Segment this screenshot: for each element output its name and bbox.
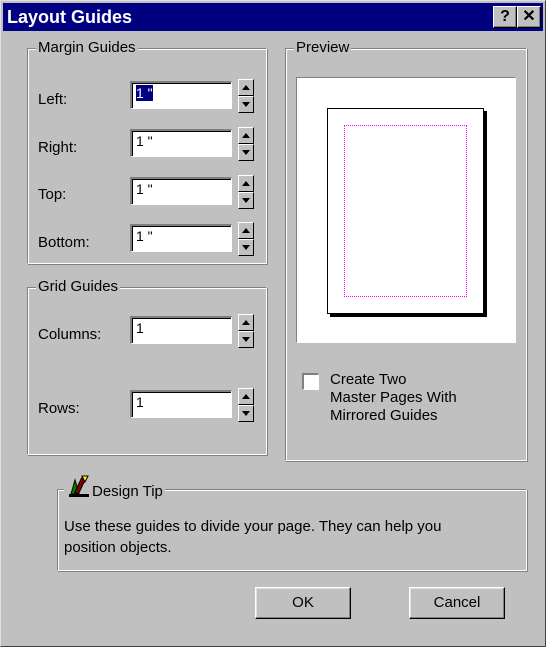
- bottom-label: Bottom:: [38, 234, 90, 251]
- arrow-up-icon: [242, 228, 250, 233]
- arrow-down-icon: [242, 245, 250, 250]
- grid-guides-group: Grid Guides Columns: 1 Rows: 1: [27, 278, 267, 455]
- spin-up-button[interactable]: [238, 222, 254, 239]
- mirrored-guides-checkbox[interactable]: [302, 373, 319, 390]
- close-button[interactable]: ✕: [517, 6, 541, 28]
- arrow-down-icon: [242, 150, 250, 155]
- spin-down-button[interactable]: [238, 144, 254, 161]
- margin-guides-group: Margin Guides Left: 1 " Right: 1 " Top: …: [27, 39, 267, 264]
- design-tip-line2: position objects.: [64, 539, 172, 556]
- top-margin-spinner[interactable]: [238, 175, 254, 209]
- spin-up-button[interactable]: [238, 79, 254, 96]
- columns-value: 1: [136, 320, 144, 336]
- preview-group: Preview Create Two Master Pages With Mir…: [285, 39, 527, 461]
- right-margin-spinner[interactable]: [238, 127, 254, 161]
- page-preview: [296, 77, 516, 343]
- checkbox-label-line3: Mirrored Guides: [330, 407, 438, 424]
- rows-input[interactable]: 1: [130, 390, 232, 418]
- spin-down-button[interactable]: [238, 192, 254, 209]
- dialog-title: Layout Guides: [7, 7, 133, 27]
- arrow-down-icon: [242, 411, 250, 416]
- checkbox-label-line2: Master Pages With: [330, 389, 457, 406]
- margin-guides-outline: [344, 125, 467, 297]
- spin-up-button[interactable]: [238, 314, 254, 331]
- arrow-up-icon: [242, 394, 250, 399]
- title-bar[interactable]: Layout Guides ? ✕: [3, 3, 543, 31]
- arrow-down-icon: [242, 337, 250, 342]
- bottom-margin-input[interactable]: 1 ": [130, 224, 232, 252]
- design-tip-icon: [69, 475, 89, 497]
- design-tip-group: Design Tip Use these guides to divide yo…: [57, 474, 527, 571]
- preview-page: [327, 108, 484, 314]
- design-tip-legend: Design Tip: [64, 474, 165, 500]
- right-margin-input[interactable]: 1 ": [130, 129, 232, 157]
- spin-up-button[interactable]: [238, 127, 254, 144]
- arrow-down-icon: [242, 102, 250, 107]
- left-margin-spinner[interactable]: [238, 79, 254, 113]
- arrow-up-icon: [242, 181, 250, 186]
- left-label: Left:: [38, 91, 68, 108]
- left-margin-input[interactable]: 1 ": [130, 81, 232, 109]
- rows-value: 1: [136, 394, 144, 410]
- preview-legend: Preview: [294, 39, 352, 56]
- bottom-margin-value: 1 ": [136, 228, 153, 244]
- bottom-margin-spinner[interactable]: [238, 222, 254, 256]
- mirrored-guides-label: Create Two Master Pages With Mirrored Gu…: [330, 371, 457, 425]
- arrow-up-icon: [242, 320, 250, 325]
- arrow-down-icon: [242, 198, 250, 203]
- design-tip-text: Use these guides to divide your page. Th…: [64, 516, 441, 558]
- checkbox-label-line1: Create Two: [330, 371, 407, 388]
- help-button[interactable]: ?: [493, 6, 517, 28]
- top-margin-value: 1 ": [136, 181, 153, 197]
- right-margin-value: 1 ": [136, 133, 153, 149]
- ok-button[interactable]: OK: [255, 587, 351, 619]
- grid-guides-legend: Grid Guides: [36, 278, 121, 295]
- rows-label: Rows:: [38, 400, 80, 417]
- margin-guides-legend: Margin Guides: [36, 39, 138, 56]
- right-label: Right:: [38, 139, 78, 156]
- cancel-button[interactable]: Cancel: [409, 587, 505, 619]
- spin-up-button[interactable]: [238, 175, 254, 192]
- columns-label: Columns:: [38, 326, 102, 343]
- spin-down-button[interactable]: [238, 331, 254, 348]
- columns-input[interactable]: 1: [130, 316, 232, 344]
- top-label: Top:: [38, 186, 67, 203]
- top-margin-input[interactable]: 1 ": [130, 177, 232, 205]
- arrow-up-icon: [242, 85, 250, 90]
- design-tip-title: Design Tip: [92, 483, 163, 500]
- columns-spinner[interactable]: [238, 314, 254, 348]
- spin-down-button[interactable]: [238, 96, 254, 113]
- spin-down-button[interactable]: [238, 405, 254, 422]
- rows-spinner[interactable]: [238, 388, 254, 422]
- design-tip-line1: Use these guides to divide your page. Th…: [64, 518, 442, 535]
- spin-down-button[interactable]: [238, 239, 254, 256]
- layout-guides-dialog: Layout Guides ? ✕ Margin Guides Left: 1 …: [0, 0, 546, 647]
- left-margin-value: 1 ": [136, 85, 153, 101]
- arrow-up-icon: [242, 133, 250, 138]
- spin-up-button[interactable]: [238, 388, 254, 405]
